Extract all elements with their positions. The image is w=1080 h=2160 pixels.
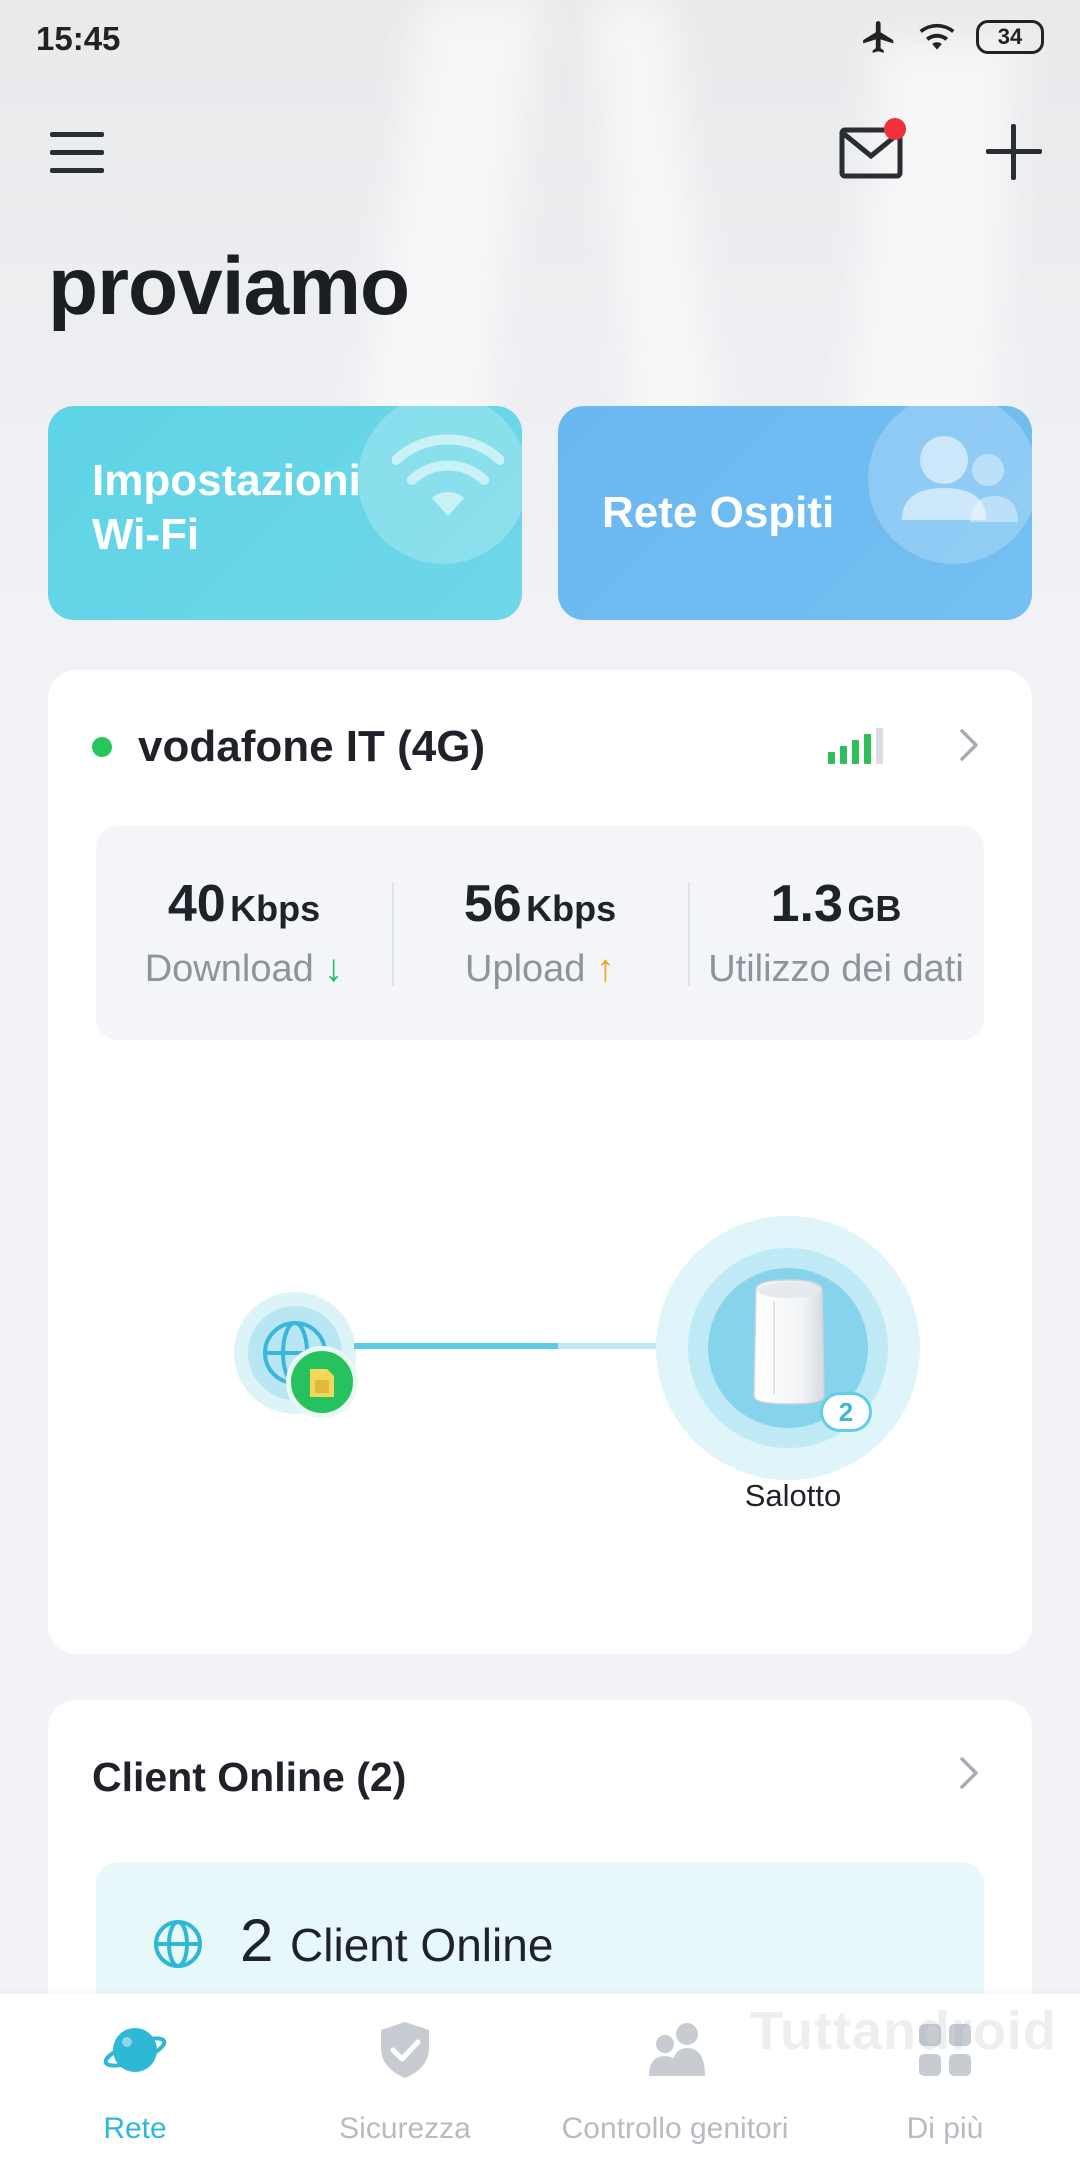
- planet-icon: [103, 2028, 167, 2072]
- connection-line: [354, 1343, 670, 1349]
- online-status-dot: [92, 737, 112, 757]
- clients-title[interactable]: Client Online (2): [92, 1754, 406, 1801]
- status-icons: 34: [860, 18, 1044, 56]
- shield-icon: [381, 2022, 429, 2078]
- signal-strength-icon: [828, 726, 883, 764]
- data-usage-label: Utilizzo dei dati: [708, 948, 964, 990]
- download-value: 40: [167, 875, 226, 933]
- chevron-right-icon[interactable]: [952, 728, 986, 762]
- airplane-icon: [863, 21, 894, 53]
- download-unit: Kbps: [230, 888, 321, 929]
- wifi-icon: [392, 434, 504, 516]
- guest-tile-label: Rete Ospiti: [602, 488, 835, 537]
- router-name: Salotto: [744, 1478, 842, 1513]
- arrow-down-icon: ↓: [324, 948, 344, 990]
- network-header[interactable]: vodafone IT (4G): [92, 722, 485, 772]
- download-label: Download: [144, 948, 314, 990]
- wifi-tile-label-line1: Impostazioni: [92, 456, 361, 505]
- data-usage-value: 1.3: [770, 875, 843, 933]
- network-name: vodafone IT (4G): [138, 722, 486, 771]
- globe-icon: [154, 1920, 202, 1968]
- data-usage-stat: 1.3 GB Utilizzo dei dati: [688, 874, 984, 991]
- status-time: 15:45: [36, 20, 121, 57]
- chevron-right-icon[interactable]: [952, 1756, 986, 1790]
- sim-card-icon: [310, 1369, 334, 1397]
- guests-icon: [902, 436, 1018, 522]
- nav-item-sicurezza[interactable]: Sicurezza: [270, 1994, 540, 2160]
- stats-panel: 40 Kbps Download ↓ 56 Kbps Upload ↑ 1.3 …: [96, 826, 984, 1040]
- notification-dot: [884, 118, 906, 140]
- nav-label-controllo-genitori: Controllo genitori: [561, 2112, 789, 2145]
- wifi-settings-tile[interactable]: Impostazioni Wi-Fi: [48, 406, 522, 620]
- client-count-label: Client Online: [290, 1919, 554, 1971]
- nav-item-rete[interactable]: Rete: [0, 1994, 270, 2160]
- data-usage-unit: GB: [847, 888, 902, 929]
- upload-unit: Kbps: [526, 888, 617, 929]
- page-title: proviamo: [48, 241, 410, 332]
- upload-label: Upload: [465, 948, 586, 990]
- arrow-up-icon: ↑: [595, 948, 615, 990]
- wifi-status-icon: [919, 23, 955, 50]
- watermark: Tuttandroid: [750, 2001, 1057, 2061]
- download-stat: 40 Kbps Download ↓: [96, 874, 392, 991]
- wifi-tile-label-line2: Wi-Fi: [92, 510, 200, 559]
- upload-stat: 56 Kbps Upload ↑: [392, 874, 688, 991]
- add-icon[interactable]: [984, 122, 1044, 182]
- menu-icon[interactable]: [48, 128, 106, 178]
- nav-label-sicurezza: Sicurezza: [339, 2112, 471, 2145]
- guest-network-tile[interactable]: Rete Ospiti: [558, 406, 1032, 620]
- network-card: vodafone IT (4G) 40 Kbps Download ↓ 56 K…: [48, 670, 1032, 1654]
- status-bar: 15:45 34: [0, 0, 1080, 80]
- sim-badge: [286, 1346, 358, 1418]
- upload-value: 56: [463, 875, 522, 933]
- nav-label-rete: Rete: [103, 2112, 167, 2145]
- battery-indicator: 34: [976, 20, 1044, 54]
- family-icon: [649, 2023, 705, 2076]
- nav-label-di-piu: Di più: [906, 2112, 984, 2145]
- router-client-count: 2: [820, 1392, 872, 1432]
- router-icon: [753, 1279, 825, 1405]
- client-count-value: 2: [240, 1907, 274, 1974]
